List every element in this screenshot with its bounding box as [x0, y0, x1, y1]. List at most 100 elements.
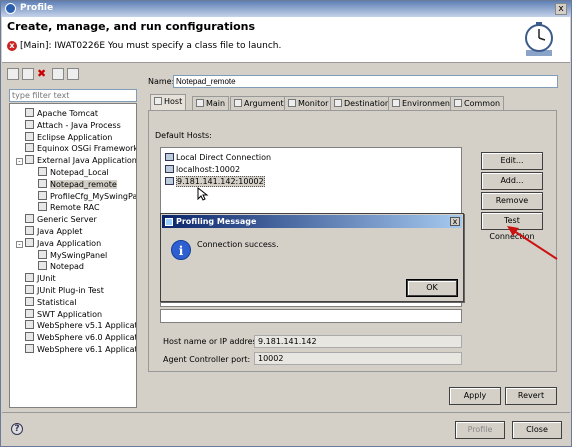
duplicate-icon[interactable]: [22, 68, 34, 80]
tab-monitor[interactable]: Monitor: [284, 96, 333, 110]
close-button[interactable]: Close: [512, 421, 562, 439]
add-button[interactable]: Add...: [481, 172, 543, 190]
host-icon: [165, 153, 174, 161]
tree-item[interactable]: Notepad_Local: [38, 167, 109, 178]
arguments-icon: [234, 99, 242, 107]
tree-item[interactable]: ProfileCfg_MySwingPane: [38, 190, 136, 202]
error-message: x [Main]: IWAT0226E You must specify a cl…: [7, 41, 281, 51]
websphere-icon: [25, 344, 34, 353]
footer-divider: [2, 412, 570, 413]
tree-item[interactable]: Apache Tomcat: [16, 108, 98, 119]
tab-arguments[interactable]: Arguments: [230, 96, 292, 110]
host-icon: [165, 177, 174, 185]
monitor-icon: [288, 99, 296, 107]
host-icon: [165, 165, 174, 173]
attach-icon: [25, 119, 34, 129]
tree-item[interactable]: WebSphere v6.1 Application: [16, 344, 137, 355]
config-icon: [38, 178, 47, 188]
applet-icon: [25, 226, 34, 235]
tree-item[interactable]: Java Applet: [16, 226, 82, 237]
external-java-icon: [25, 155, 34, 165]
tree-item-label: WebSphere v6.0 Application: [37, 333, 137, 343]
collapse-all-icon[interactable]: [52, 68, 64, 80]
annotation-arrow: [507, 226, 558, 260]
tree-item[interactable]: SWT Application: [16, 308, 102, 320]
tab-environment[interactable]: Environment: [388, 96, 458, 110]
tree-item[interactable]: MySwingPanel: [38, 249, 108, 261]
tree-item-label: Java Applet: [37, 227, 83, 236]
tree-item[interactable]: Statistical: [16, 296, 77, 308]
dialog-header: Create, manage, and run configurations x…: [2, 17, 570, 63]
window-title: Profile: [20, 3, 54, 13]
agent-port-label: Agent Controller port:: [163, 355, 251, 364]
tab-main[interactable]: Main: [192, 96, 230, 110]
hosts-detail-field: [160, 309, 462, 323]
remove-button[interactable]: Remove: [481, 192, 543, 210]
tree-item-label: Java Application: [37, 238, 102, 248]
tree-item[interactable]: WebSphere v6.0 Application: [16, 332, 137, 343]
tree-item-label: Generic Server: [37, 215, 97, 225]
java-app-icon: [25, 237, 34, 247]
name-input[interactable]: [173, 75, 558, 88]
config-icon: [38, 261, 47, 271]
tree-item[interactable]: Eclipse Application: [16, 131, 113, 143]
tree-item-label: External Java Application: [37, 156, 137, 166]
tree-item-label: Equinox OSGi Framework: [37, 144, 137, 154]
config-icon: [38, 190, 47, 200]
tab-common[interactable]: Common: [450, 96, 505, 110]
tree-item[interactable]: JUnit Plug-in Test: [16, 285, 104, 296]
dialog-close-button[interactable]: x: [450, 217, 460, 226]
dialog-title-bar: Profiling Message x: [162, 215, 462, 228]
tree-item[interactable]: WebSphere v5.1 Application: [16, 320, 136, 331]
tree-expander[interactable]: -: [16, 240, 23, 248]
tree-item[interactable]: Notepad_remote: [38, 178, 117, 190]
revert-button[interactable]: Revert: [505, 387, 557, 405]
agent-port-field[interactable]: 10002: [254, 352, 462, 365]
osgi-icon: [25, 143, 34, 153]
delete-icon[interactable]: ✖: [37, 68, 49, 80]
edit-button[interactable]: Edit...: [481, 152, 543, 170]
dialog-message: Connection success.: [197, 240, 279, 249]
tree-item[interactable]: Equinox OSGi Framework: [16, 143, 137, 154]
tree-item-label: Remote RAC: [50, 203, 100, 213]
list-item[interactable]: Local Direct Connection: [165, 152, 271, 163]
window-close-button[interactable]: x: [555, 3, 567, 15]
tree-item[interactable]: Remote RAC: [38, 202, 100, 213]
config-icon: [38, 167, 47, 176]
ok-button[interactable]: OK: [406, 279, 458, 297]
websphere-icon: [25, 320, 34, 330]
tab-host[interactable]: Host: [150, 94, 187, 110]
dialog-title: Profiling Message: [176, 217, 257, 226]
tree-item[interactable]: Generic Server: [16, 214, 97, 225]
tree-item-label: WebSphere v6.1 Application: [37, 345, 137, 354]
filter-input[interactable]: [9, 89, 137, 102]
apply-button[interactable]: Apply: [449, 387, 501, 405]
config-icon: [38, 202, 47, 212]
tree-item[interactable]: Notepad: [38, 261, 84, 272]
config-toolbar: ✖: [7, 68, 82, 84]
websphere-icon: [25, 332, 34, 342]
tree-item-label: Notepad_remote: [50, 179, 117, 189]
list-item[interactable]: 9.181.141.142:10002: [165, 176, 265, 187]
default-hosts-label: Default Hosts:: [155, 131, 212, 140]
host-name-field[interactable]: 9.181.141.142: [254, 335, 462, 348]
main-icon: [196, 99, 204, 107]
swt-icon: [25, 308, 34, 318]
junit-plugin-icon: [25, 285, 34, 294]
tree-expander[interactable]: -: [16, 158, 23, 166]
folder-icon: [334, 99, 342, 107]
help-icon[interactable]: ?: [11, 423, 23, 435]
environment-icon: [392, 99, 400, 107]
statistical-icon: [25, 296, 34, 306]
tree-item-label: MySwingPanel: [50, 250, 108, 260]
filter-icon[interactable]: [67, 68, 79, 80]
tree-item[interactable]: - Java Application: [16, 237, 102, 249]
tree-item[interactable]: - External Java Application: [16, 155, 137, 166]
tree-item[interactable]: Attach - Java Process: [16, 119, 121, 131]
new-config-icon[interactable]: [7, 68, 19, 80]
mouse-cursor-icon: [197, 187, 209, 201]
list-item[interactable]: localhost:10002: [165, 164, 240, 175]
tab-destination[interactable]: Destination: [330, 96, 394, 110]
tree-item[interactable]: JUnit: [16, 273, 56, 284]
tree-item-label: Eclipse Application: [37, 132, 113, 142]
